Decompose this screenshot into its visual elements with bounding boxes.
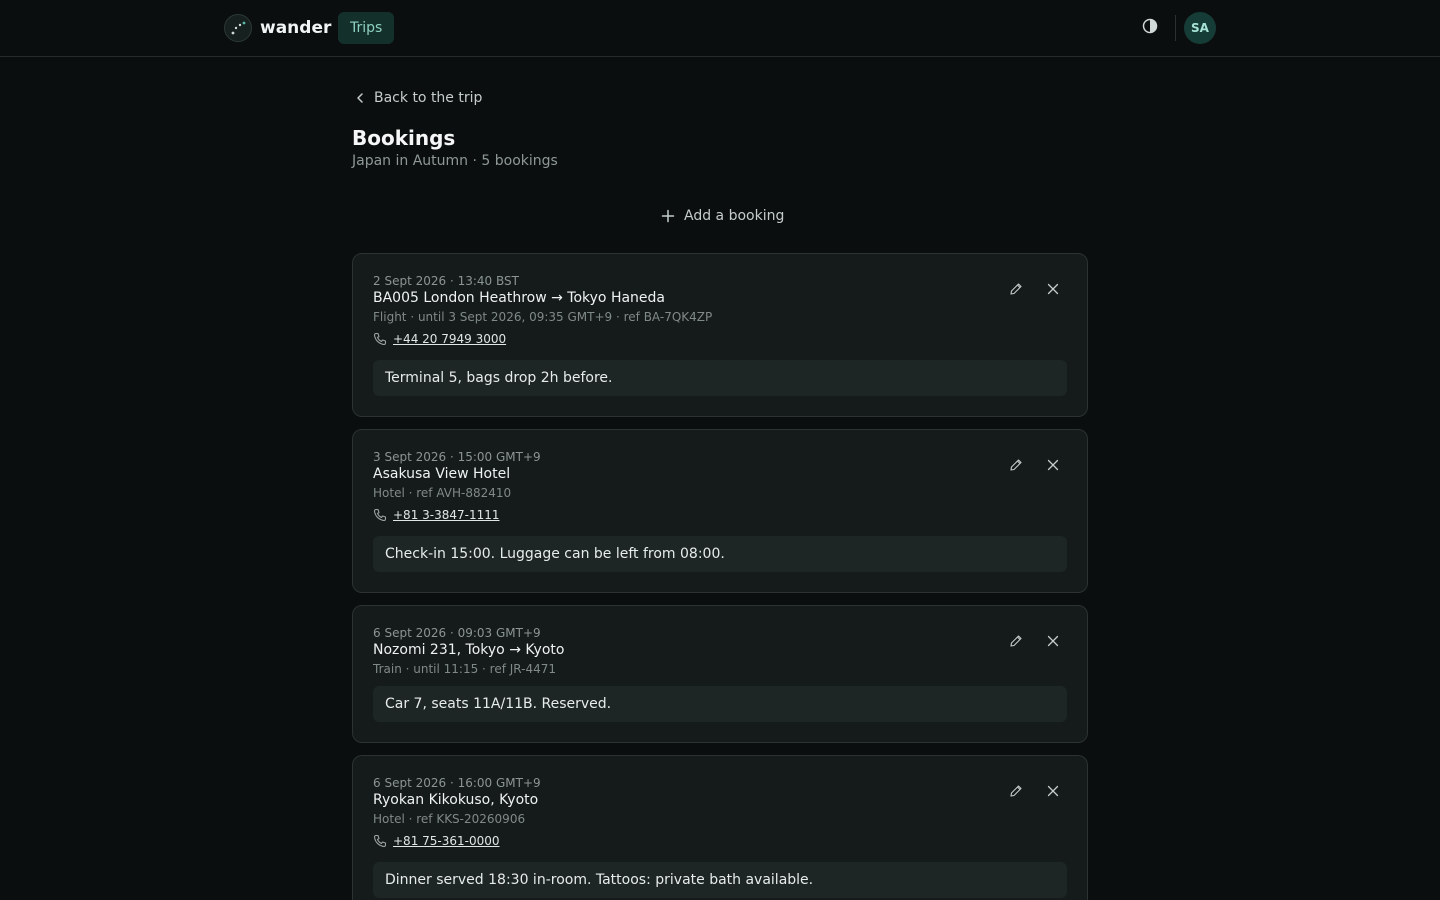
pencil-icon xyxy=(1009,457,1023,476)
close-icon xyxy=(1046,783,1060,802)
back-to-trip-link[interactable]: Back to the trip xyxy=(352,88,482,108)
booking-title: BA005 London Heathrow → Tokyo Haneda xyxy=(373,290,666,306)
phone-icon xyxy=(373,508,387,522)
booking-card: 6 Sept 2026 · 09:03 GMT+9 Nozomi 231, To… xyxy=(352,605,1088,743)
phone-link[interactable]: +81 75-361-0000 xyxy=(393,834,500,848)
booking-title: Asakusa View Hotel xyxy=(373,466,511,482)
booking-card: 6 Sept 2026 · 16:00 GMT+9 Ryokan Kikokus… xyxy=(352,755,1088,900)
phone-icon xyxy=(373,834,387,848)
edit-booking-button[interactable] xyxy=(1006,782,1026,802)
contrast-icon xyxy=(1142,18,1158,38)
booking-phone: +44 20 7949 3000 xyxy=(373,331,506,347)
booking-card: 2 Sept 2026 · 13:40 BST BA005 London Hea… xyxy=(352,253,1088,417)
topbar-divider xyxy=(1175,15,1176,41)
back-link-label: Back to the trip xyxy=(374,90,483,106)
add-booking-label: Add a booking xyxy=(684,208,785,224)
edit-booking-button[interactable] xyxy=(1006,280,1026,300)
booking-date: 2 Sept 2026 · 13:40 BST xyxy=(373,274,519,288)
delete-booking-button[interactable] xyxy=(1043,456,1063,476)
brand-name: wander xyxy=(260,18,332,38)
booking-card: 3 Sept 2026 · 15:00 GMT+9 Asakusa View H… xyxy=(352,429,1088,593)
close-icon xyxy=(1046,457,1060,476)
add-booking-button[interactable]: Add a booking xyxy=(660,206,784,226)
theme-toggle-button[interactable] xyxy=(1139,17,1161,39)
booking-meta: Hotel · ref AVH-882410 xyxy=(373,486,512,500)
page-title: Bookings xyxy=(352,126,456,150)
booking-phone: +81 3-3847-1111 xyxy=(373,507,500,523)
pencil-icon xyxy=(1009,633,1023,652)
booking-date: 6 Sept 2026 · 16:00 GMT+9 xyxy=(373,776,541,790)
chevron-left-icon xyxy=(352,90,368,106)
booking-title: Ryokan Kikokuso, Kyoto xyxy=(373,792,539,808)
delete-booking-button[interactable] xyxy=(1043,782,1063,802)
delete-booking-button[interactable] xyxy=(1043,632,1063,652)
close-icon xyxy=(1046,281,1060,300)
trail-dots-icon xyxy=(224,14,252,42)
booking-note: Dinner served 18:30 in-room. Tattoos: pr… xyxy=(373,862,1067,898)
edit-booking-button[interactable] xyxy=(1006,456,1026,476)
close-icon xyxy=(1046,633,1060,652)
brand[interactable]: wander xyxy=(224,14,331,42)
booking-meta: Flight · until 3 Sept 2026, 09:35 GMT+9 … xyxy=(373,310,713,324)
plus-icon xyxy=(660,208,676,224)
avatar[interactable]: SA xyxy=(1184,12,1216,44)
delete-booking-button[interactable] xyxy=(1043,280,1063,300)
nav-tab-trips[interactable]: Trips xyxy=(338,12,395,44)
phone-link[interactable]: +81 3-3847-1111 xyxy=(393,508,500,522)
phone-link[interactable]: +44 20 7949 3000 xyxy=(393,332,506,346)
booking-meta: Train · until 11:15 · ref JR-4471 xyxy=(373,662,557,676)
page-subtitle: Japan in Autumn · 5 bookings xyxy=(352,153,558,169)
booking-meta: Hotel · ref KKS-20260906 xyxy=(373,812,526,826)
booking-title: Nozomi 231, Tokyo → Kyoto xyxy=(373,642,565,658)
booking-note: Check-in 15:00. Luggage can be left from… xyxy=(373,536,1067,572)
booking-date: 6 Sept 2026 · 09:03 GMT+9 xyxy=(373,626,541,640)
booking-date: 3 Sept 2026 · 15:00 GMT+9 xyxy=(373,450,541,464)
phone-icon xyxy=(373,332,387,346)
booking-note: Terminal 5, bags drop 2h before. xyxy=(373,360,1067,396)
pencil-icon xyxy=(1009,281,1023,300)
top-bar: wander Trips SA xyxy=(0,0,1440,57)
booking-phone: +81 75-361-0000 xyxy=(373,833,500,849)
edit-booking-button[interactable] xyxy=(1006,632,1026,652)
booking-note: Car 7, seats 11A/11B. Reserved. xyxy=(373,686,1067,722)
pencil-icon xyxy=(1009,783,1023,802)
